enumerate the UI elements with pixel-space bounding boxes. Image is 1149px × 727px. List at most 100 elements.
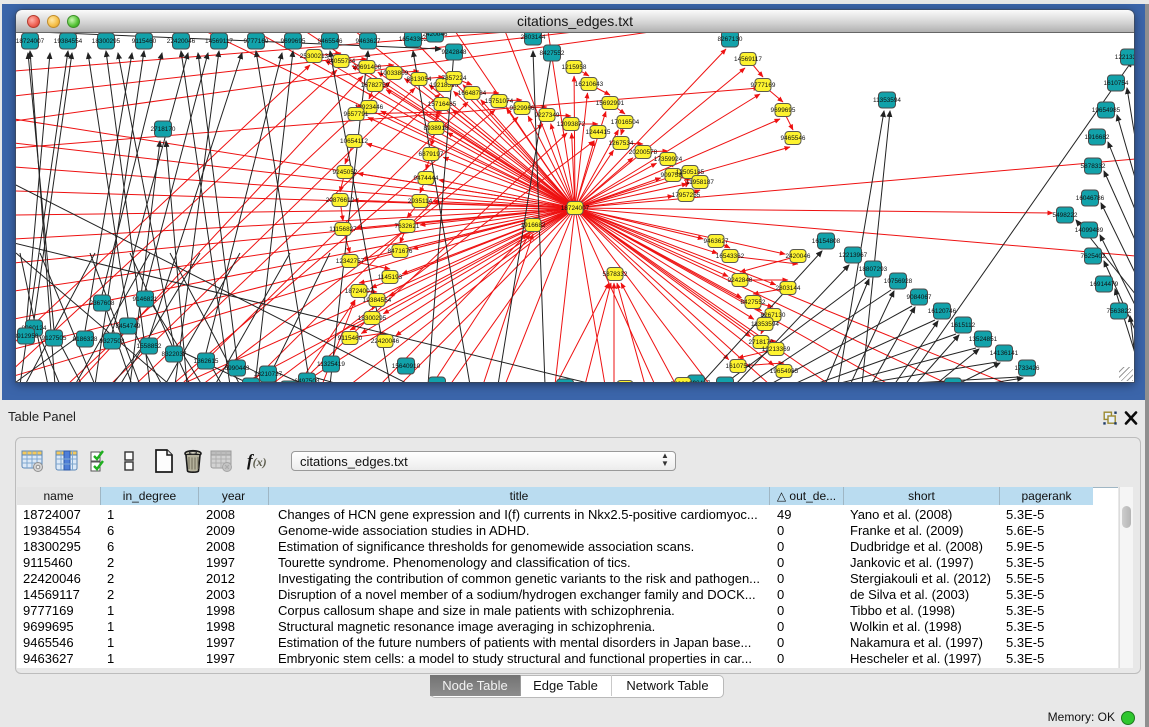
svg-text:20200578: 20200578 (629, 149, 658, 156)
svg-text:8427552: 8427552 (741, 299, 766, 306)
svg-text:12213369: 12213369 (1115, 54, 1134, 61)
svg-text:9474444: 9474444 (414, 175, 439, 182)
svg-text:16046786: 16046786 (1076, 195, 1105, 202)
svg-text:20876612: 20876612 (326, 197, 355, 204)
svg-text:9084067: 9084067 (907, 294, 932, 301)
svg-text:16120746: 16120746 (928, 308, 957, 315)
svg-text:22420046: 22420046 (371, 338, 400, 345)
svg-text:9699695: 9699695 (771, 107, 796, 114)
svg-text:15640910: 15640910 (392, 363, 421, 370)
svg-text:15716485: 15716485 (428, 101, 457, 108)
svg-text:2420046: 2420046 (423, 33, 448, 38)
svg-text:8938918: 8938918 (424, 125, 449, 132)
svg-text:12213967: 12213967 (839, 252, 868, 259)
svg-text:14569117: 14569117 (205, 38, 233, 45)
svg-text:9242848: 9242848 (728, 277, 753, 284)
svg-text:8454749: 8454749 (116, 323, 141, 330)
svg-text:2935114: 2935114 (408, 198, 433, 205)
svg-text:7625402: 7625402 (1081, 253, 1106, 260)
svg-text:16210643: 16210643 (575, 81, 604, 88)
svg-text:2718170: 2718170 (151, 126, 176, 133)
svg-text:5878332: 5878332 (603, 271, 628, 278)
svg-text:1215958: 1215958 (562, 64, 587, 71)
svg-text:11325419: 11325419 (317, 361, 345, 368)
svg-text:18724007: 18724007 (345, 288, 374, 295)
svg-text:8322037: 8322037 (162, 351, 187, 358)
svg-text:9245052: 9245052 (333, 169, 358, 176)
svg-text:24055724: 24055724 (327, 58, 356, 65)
svg-text:1610754: 1610754 (1104, 80, 1129, 87)
svg-text:8813054: 8813054 (407, 76, 432, 83)
svg-text:18300295: 18300295 (358, 315, 387, 322)
svg-text:10654112: 10654112 (340, 138, 368, 145)
svg-text:14136141: 14136141 (990, 350, 1019, 357)
svg-text:1267534: 1267534 (609, 140, 634, 147)
svg-text:8427552: 8427552 (540, 50, 565, 57)
svg-text:16648784: 16648784 (458, 90, 487, 97)
svg-text:1362615: 1362615 (194, 358, 219, 365)
svg-text:16543362: 16543362 (716, 253, 745, 260)
svg-text:25300213: 25300213 (300, 53, 329, 60)
svg-text:8912958: 8912958 (16, 333, 39, 340)
svg-text:7563822: 7563822 (1107, 308, 1132, 315)
svg-text:18724007: 18724007 (16, 38, 45, 45)
svg-text:9327508: 9327508 (100, 338, 125, 345)
svg-text:9127505: 9127505 (42, 335, 67, 342)
svg-text:13524851: 13524851 (969, 336, 998, 343)
svg-text:2420046: 2420046 (786, 253, 811, 260)
svg-text:7357224: 7357224 (442, 75, 467, 82)
svg-text:12213369: 12213369 (762, 346, 791, 353)
svg-text:1916682: 1916682 (521, 222, 546, 229)
svg-text:18210737: 18210737 (254, 371, 283, 378)
svg-text:1733426: 1733426 (1015, 365, 1040, 372)
svg-text:17359924: 17359924 (654, 156, 683, 163)
svg-text:18724007: 18724007 (561, 205, 590, 212)
svg-text:9699695: 9699695 (281, 38, 306, 45)
svg-text:15692991: 15692991 (596, 100, 625, 107)
svg-text:12342757: 12342757 (336, 258, 365, 265)
svg-text:11353594: 11353594 (751, 321, 779, 328)
svg-text:11353594: 11353594 (873, 97, 901, 104)
svg-text:2803144: 2803144 (521, 34, 546, 41)
svg-text:19384554: 19384554 (363, 297, 392, 304)
svg-text:10033809: 10033809 (380, 70, 409, 77)
svg-text:22420046: 22420046 (167, 38, 196, 45)
svg-text:20691406: 20691406 (353, 64, 382, 71)
svg-text:9465546: 9465546 (781, 135, 806, 142)
svg-text:5498222: 5498222 (1053, 212, 1078, 219)
svg-text:9777169: 9777169 (244, 38, 269, 45)
svg-text:17016504: 17016504 (611, 119, 640, 126)
svg-text:9115460: 9115460 (338, 335, 363, 342)
svg-text:9227349: 9227349 (535, 112, 560, 119)
svg-text:1615112: 1615112 (951, 322, 976, 329)
svg-text:17957255: 17957255 (672, 192, 701, 199)
svg-text:1145193: 1145193 (378, 274, 403, 281)
svg-text:19654985: 19654985 (770, 368, 799, 375)
svg-text:8471676: 8471676 (388, 248, 413, 255)
svg-text:9242848: 9242848 (442, 49, 467, 56)
svg-text:9657791: 9657791 (344, 111, 369, 118)
svg-text:15751074: 15751074 (485, 98, 514, 105)
svg-text:16782759: 16782759 (361, 82, 390, 89)
svg-text:12505185: 12505185 (676, 169, 705, 176)
svg-text:9329966: 9329966 (510, 105, 535, 112)
svg-text:16154808: 16154808 (812, 238, 841, 245)
svg-text:9777169: 9777169 (751, 82, 776, 89)
svg-text:5498222: 5498222 (671, 381, 696, 382)
svg-text:8186328: 8186328 (73, 336, 98, 343)
svg-text:1244415: 1244415 (586, 129, 611, 136)
svg-text:5878332: 5878332 (1081, 163, 1106, 170)
svg-text:10756928: 10756928 (884, 278, 913, 285)
svg-text:11958187: 11958187 (686, 179, 714, 186)
svg-text:6497508: 6497508 (295, 378, 320, 382)
svg-text:14099489: 14099489 (1075, 227, 1104, 234)
svg-text:9465546: 9465546 (318, 38, 343, 45)
svg-text:19384554: 19384554 (54, 38, 83, 45)
svg-text:2367608: 2367608 (90, 300, 115, 307)
svg-text:1610754: 1610754 (726, 363, 751, 370)
svg-text:12093872: 12093872 (557, 121, 586, 128)
svg-text:16914479: 16914479 (1090, 281, 1119, 288)
svg-text:7632621: 7632621 (395, 223, 420, 230)
svg-text:6990443: 6990443 (225, 365, 250, 372)
svg-text:9115460: 9115460 (132, 38, 157, 45)
